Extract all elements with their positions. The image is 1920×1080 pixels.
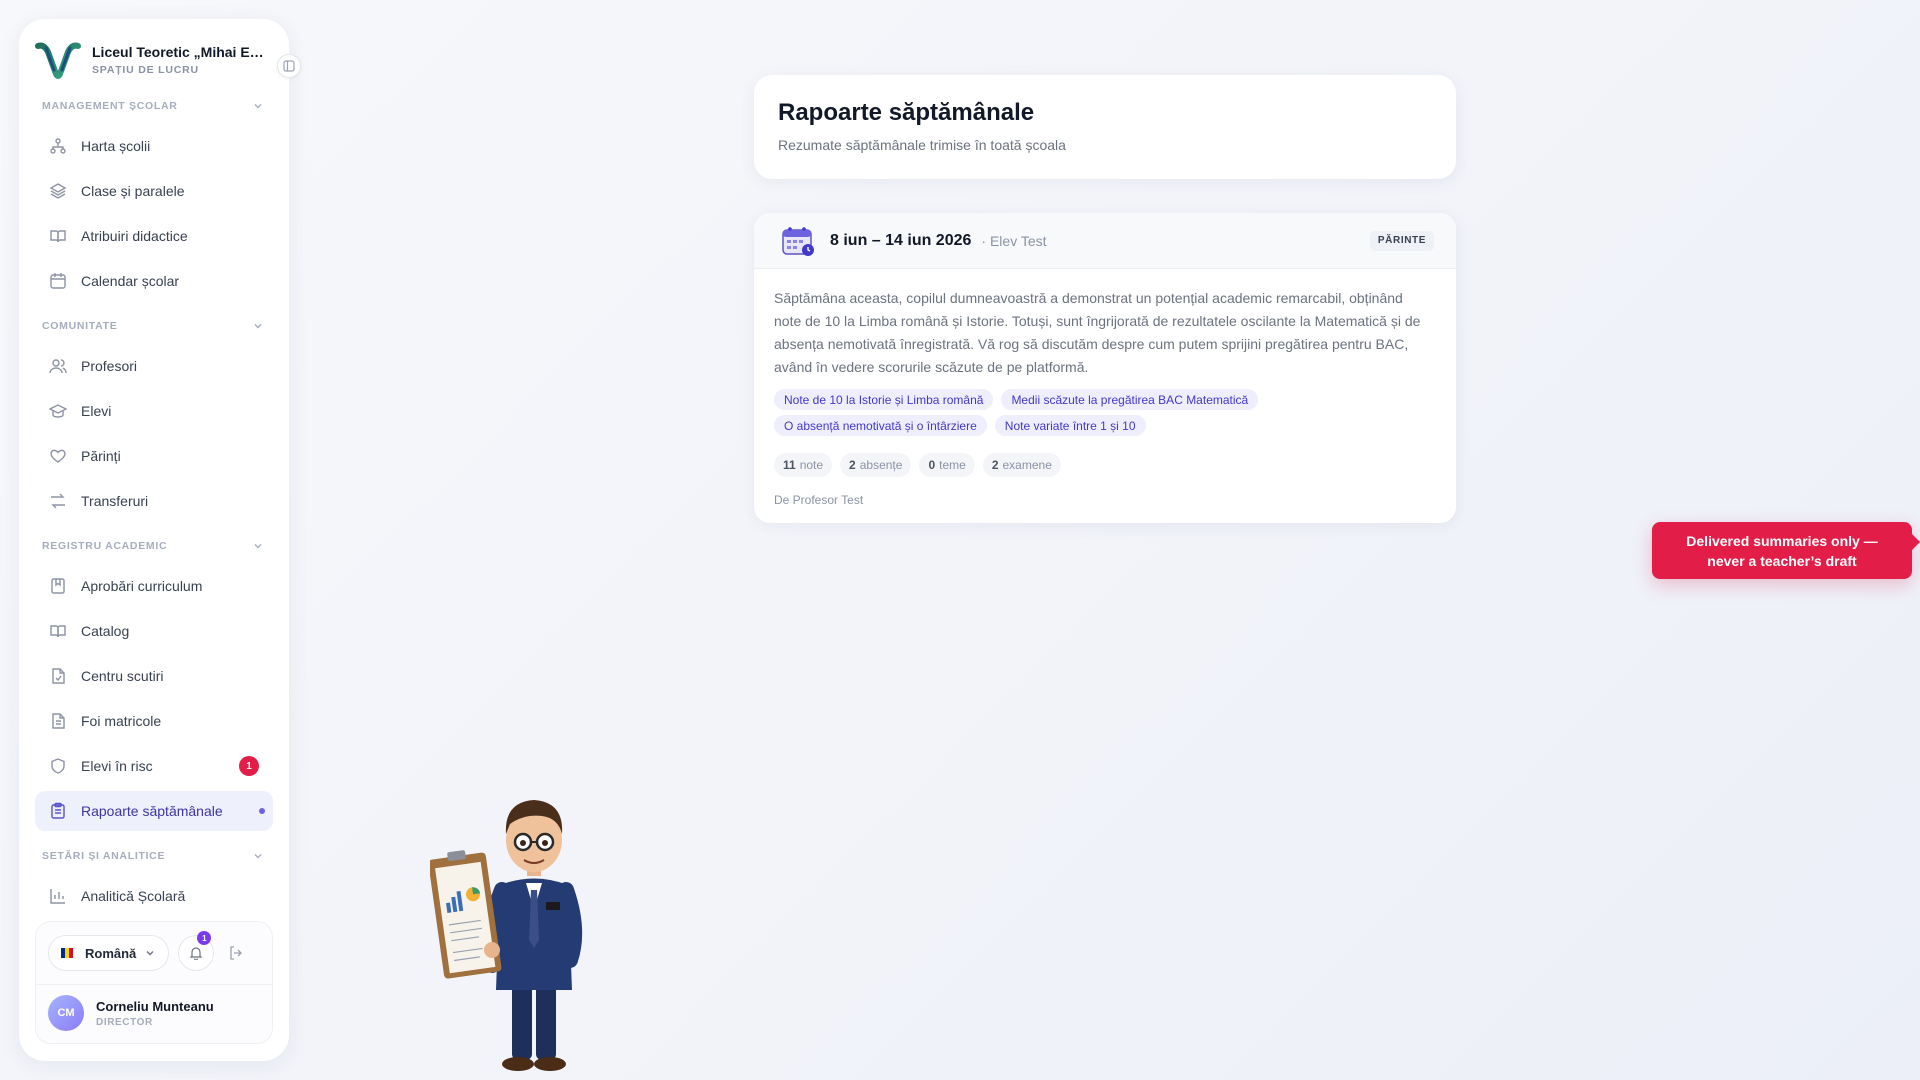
page-title: Rapoarte săptămânale <box>778 99 1035 126</box>
bell-icon <box>189 947 203 960</box>
report-stats: 11 note 2 absențe 0 teme 2 examene <box>774 453 1436 477</box>
info-tooltip: Delivered summaries only — never a teache… <box>1652 522 1920 579</box>
sidebar-item-transferuri[interactable]: Transferuri <box>35 481 273 521</box>
sidebar: Liceul Teoretic „Mihai Emi... SPAȚIU DE … <box>19 19 301 1061</box>
arrows-swap-icon <box>51 493 65 509</box>
sidebar-item-foi-matricole[interactable]: Foi matricole <box>35 701 273 741</box>
sidebar-header: Liceul Teoretic „Mihai Emi... SPAȚIU DE … <box>19 19 301 82</box>
risk-count-badge: 1 <box>239 756 259 776</box>
stat-homework: 0 teme <box>919 453 975 477</box>
stat-grades: 11 note <box>774 453 833 477</box>
sidebar-item-rapoarte[interactable]: Rapoarte săptămânale <box>35 791 273 831</box>
section-header-comunitate[interactable]: COMUNITATE <box>35 306 273 346</box>
language-selector[interactable]: Română <box>48 935 170 971</box>
stat-absences: 2 absențe <box>840 453 912 477</box>
chevron-down-icon <box>254 854 262 859</box>
sidebar-item-harta-scolii[interactable]: Harta școlii <box>35 126 273 166</box>
school-name: Liceul Teoretic „Mihai Emi... <box>92 44 271 60</box>
report-tags: Note de 10 la Istorie și Limba română Me… <box>774 389 1334 441</box>
romania-flag-icon <box>61 948 73 958</box>
sidebar-item-analitica[interactable]: Analitică Școlară <box>35 876 273 916</box>
teacher-mascot-illustration <box>430 800 583 1071</box>
page-subtitle: Rezumate săptămânale trimise în toată șc… <box>778 137 1066 153</box>
report-summary: Săptămâna aceasta, copilul dumneavoastră… <box>774 290 1421 375</box>
chevron-down-icon <box>254 104 262 109</box>
page-header-card: Rapoarte săptămânale Rezumate săptămânal… <box>754 75 1456 179</box>
active-indicator-dot <box>259 808 265 814</box>
sidebar-item-profesori[interactable]: Profesori <box>35 346 273 386</box>
notifications-count-badge: 1 <box>197 931 212 945</box>
chevron-down-icon <box>146 951 154 956</box>
weekly-report-card[interactable]: 8 iun – 14 iun 2026 · Elev Test PĂRINTE … <box>754 213 1456 523</box>
report-week-range: 8 iun – 14 iun 2026 <box>830 231 972 249</box>
section-header-registru[interactable]: REGISTRU ACADEMIC <box>35 526 273 566</box>
sidebar-nav: MANAGEMENT ȘCOLAR Harta școlii Clase și … <box>19 82 289 921</box>
bookmark-icon <box>51 578 65 594</box>
clipboard-icon <box>51 802 65 819</box>
sidebar-item-elevi-risc[interactable]: Elevi în risc 1 <box>35 746 273 786</box>
avatar: CM <box>48 995 84 1031</box>
report-card-header: 8 iun – 14 iun 2026 · Elev Test PĂRINTE <box>754 213 1456 269</box>
audience-badge: PĂRINTE <box>1369 230 1434 251</box>
school-logo <box>35 42 81 79</box>
chevron-down-icon <box>254 544 262 549</box>
footer-divider <box>36 984 272 985</box>
user-name: Corneliu Munteanu <box>96 998 214 1014</box>
calendar-illustration-icon <box>782 226 814 256</box>
sidebar-item-calendar[interactable]: Calendar școlar <box>35 261 273 301</box>
sidebar-footer: Română 1 CM Corneliu Munteanu DIRECTOR <box>35 921 273 1044</box>
report-tag: Note de 10 la Istorie și Limba română <box>774 389 994 410</box>
calendar-icon <box>50 273 66 289</box>
graduation-cap-icon <box>49 404 67 418</box>
panel-collapse-icon <box>283 60 295 72</box>
report-card-body: Săptămâna aceasta, copilul dumneavoastră… <box>754 269 1456 507</box>
users-icon <box>49 359 67 374</box>
bar-chart-icon <box>50 889 65 904</box>
user-profile[interactable]: CM Corneliu Munteanu DIRECTOR <box>48 995 260 1031</box>
file-text-icon <box>52 713 65 729</box>
collapse-sidebar-button[interactable] <box>277 54 301 78</box>
report-author: De Profesor Test <box>774 493 864 507</box>
layers-icon <box>49 183 67 199</box>
sidebar-item-atribuiri[interactable]: Atribuiri didactice <box>35 216 273 256</box>
report-tag: Medii scăzute la pregătirea BAC Matemati… <box>1001 389 1259 410</box>
sitemap-icon <box>50 138 66 154</box>
book-open-icon <box>50 230 66 243</box>
sidebar-item-scutiri[interactable]: Centru scutiri <box>35 656 273 696</box>
chevron-down-icon <box>254 324 262 329</box>
section-header-management[interactable]: MANAGEMENT ȘCOLAR <box>35 86 273 126</box>
heart-icon <box>50 449 66 463</box>
report-tag: Note variate între 1 și 10 <box>994 415 1146 436</box>
notifications-button[interactable]: 1 <box>178 931 215 971</box>
report-tag: O absență nemotivată și o întârziere <box>774 415 987 436</box>
sidebar-item-aprobari[interactable]: Aprobări curriculum <box>35 566 273 606</box>
report-student-name: · Elev Test <box>981 232 1047 249</box>
user-role: DIRECTOR <box>96 1016 153 1028</box>
workspace-label: SPAȚIU DE LUCRU <box>92 64 199 76</box>
book-open-icon <box>50 625 66 638</box>
section-header-setari[interactable]: SETĂRI ȘI ANALITICE <box>35 836 273 876</box>
stat-exams: 2 examene <box>982 453 1061 477</box>
sidebar-item-parinti[interactable]: Părinți <box>35 436 273 476</box>
sidebar-item-clase[interactable]: Clase și paralele <box>35 171 273 211</box>
logout-icon[interactable] <box>228 945 244 961</box>
shield-icon <box>51 758 65 774</box>
sidebar-item-catalog[interactable]: Catalog <box>35 611 273 651</box>
sidebar-item-elevi[interactable]: Elevi <box>35 391 273 431</box>
file-check-icon <box>52 668 65 684</box>
